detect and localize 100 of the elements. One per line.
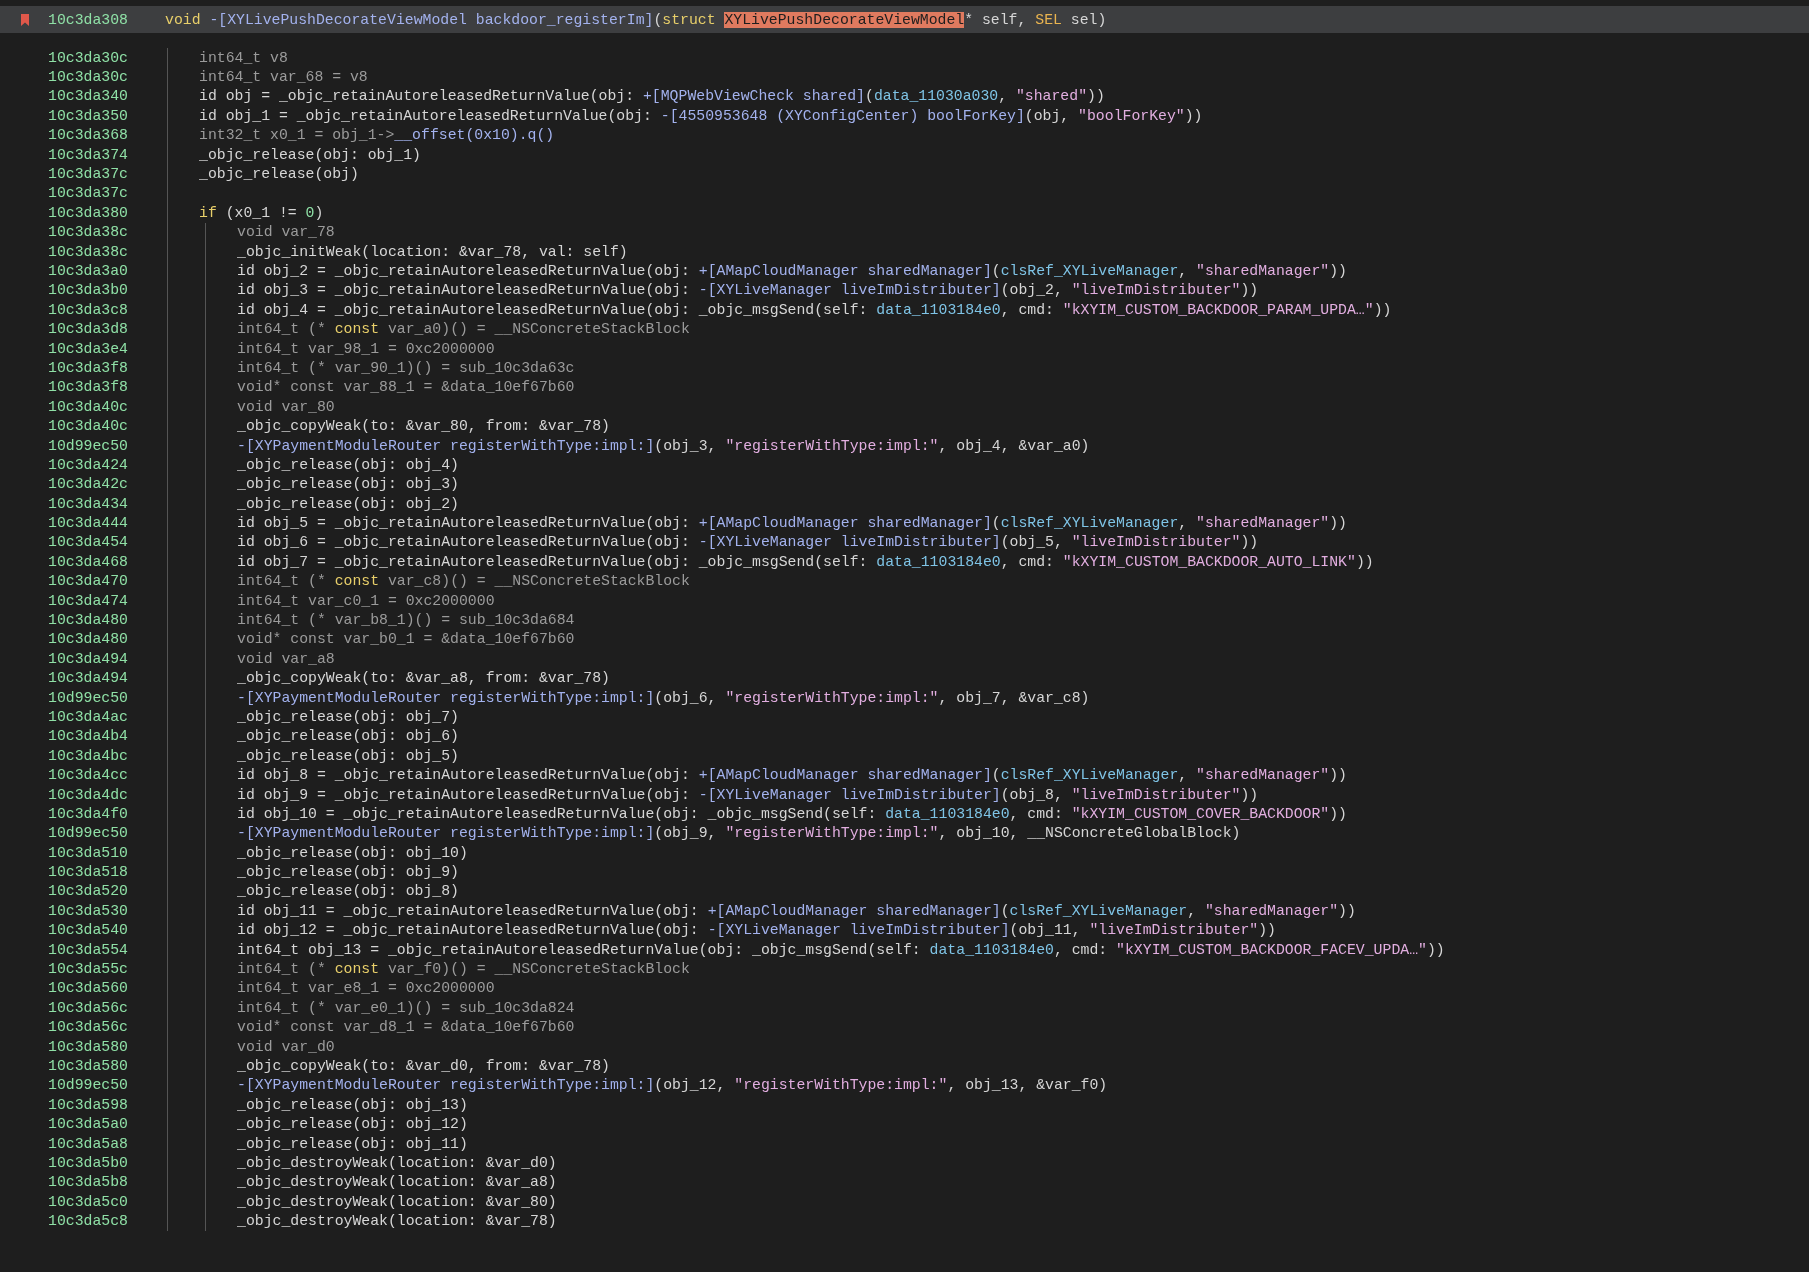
line-address: 10c3da3e4 <box>48 340 129 357</box>
code-line: _objc_release(obj: obj_12) <box>237 1116 468 1133</box>
code-line: _objc_release(obj: obj_3) <box>237 476 459 493</box>
code-line: int64_t (* var_b8_1)() = sub_10c3da684 <box>237 612 575 628</box>
code-line: _objc_release(obj) <box>199 166 359 183</box>
code-line: void var_a8 <box>237 650 335 667</box>
line-address: 10c3da4b4 <box>48 728 129 745</box>
code-line: _objc_initWeak(location: &var_78, val: self) <box>237 243 628 260</box>
line-address: 10c3da3c8 <box>48 301 129 318</box>
code-line: _objc_release(obj: obj_11) <box>237 1135 468 1152</box>
code-line: void var_80 <box>237 398 335 415</box>
line-address: 10c3da4dc <box>48 786 129 803</box>
code-line: id obj_6 = _objc_retainAutoreleasedReturnValue(obj: -[XYLiveManager liveImDistributer](obj_5, "liveImDistributer")) <box>237 534 1259 551</box>
code-line: -[XYPaymentModuleRouter registerWithType:impl:](obj_12, "registerWithType:impl:", obj_13, &var_f0) <box>237 1077 1108 1094</box>
code-line: void var_78 <box>237 224 335 241</box>
line-address: 10c3da580 <box>48 1058 129 1074</box>
code-line: _objc_release(obj: obj_6) <box>237 728 459 745</box>
code-line: int64_t var_68 = v8 <box>199 69 368 86</box>
line-address: 10c3da530 <box>48 902 129 919</box>
code-line: _objc_release(obj: obj_7) <box>237 708 459 725</box>
line-address: 10d99ec50 <box>48 437 129 454</box>
line-address: 10c3da5c8 <box>48 1213 129 1230</box>
line-address: 10c3da380 <box>48 204 129 221</box>
code-line: int64_t var_98_1 = 0xc2000000 <box>237 340 495 357</box>
code-line: void* const var_b0_1 = &data_10ef67b60 <box>237 631 575 648</box>
line-address: 10c3da350 <box>48 107 129 124</box>
code-line: int32_t x0_1 = obj_1->__offset(0x10).q() <box>199 127 555 144</box>
line-address: 10c3da4ac <box>48 708 129 725</box>
bookmark-icon[interactable] <box>20 13 30 26</box>
line-address: 10c3da3d8 <box>48 321 129 338</box>
code-line: id obj_3 = _objc_retainAutoreleasedReturnValue(obj: -[XYLiveManager liveImDistributer](obj_2, "liveImDistributer")) <box>237 282 1259 299</box>
line-address: 10c3da494 <box>48 670 129 687</box>
line-address: 10c3da308 <box>48 11 129 28</box>
line-address: 10c3da494 <box>48 650 129 667</box>
line-address: 10c3da3f8 <box>48 359 129 376</box>
code-line: _objc_copyWeak(to: &var_a8, from: &var_78) <box>237 670 610 687</box>
code-line: id obj_5 = _objc_retainAutoreleasedReturnValue(obj: +[AMapCloudManager sharedManager](clsRef_XYLiveManager, "sharedManager")) <box>237 515 1347 532</box>
line-address: 10c3da37c <box>48 166 129 183</box>
line-address: 10c3da520 <box>48 883 129 900</box>
line-address: 10c3da454 <box>48 534 129 551</box>
line-address: 10c3da444 <box>48 515 129 532</box>
code-line: -[XYPaymentModuleRouter registerWithType:impl:](obj_3, "registerWithType:impl:", obj_4, &var_a0) <box>237 437 1090 454</box>
line-address: 10c3da480 <box>48 631 129 648</box>
line-address: 10c3da5a0 <box>48 1116 129 1133</box>
code-line: _objc_release(obj: obj_1) <box>199 146 421 163</box>
code-line: if (x0_1 != 0) <box>199 204 324 221</box>
line-address: 10c3da580 <box>48 1038 129 1055</box>
line-address: 10c3da56c <box>48 1019 129 1036</box>
code-line: _objc_copyWeak(to: &var_d0, from: &var_78) <box>237 1058 610 1074</box>
line-address: 10c3da40c <box>48 398 129 415</box>
line-address: 10c3da518 <box>48 864 129 881</box>
code-line: -[XYPaymentModuleRouter registerWithType:impl:](obj_6, "registerWithType:impl:", obj_7, &var_c8) <box>237 689 1090 706</box>
line-address: 10d99ec50 <box>48 689 129 706</box>
code-line: -[XYPaymentModuleRouter registerWithType:impl:](obj_9, "registerWithType:impl:", obj_10, __NSConcreteGlobalBlock) <box>237 825 1241 842</box>
code-line: id obj_2 = _objc_retainAutoreleasedReturnValue(obj: +[AMapCloudManager sharedManager](clsRef_XYLiveManager, "sharedManager")) <box>237 263 1347 279</box>
code-line: int64_t (* var_e0_1)() = sub_10c3da824 <box>237 999 575 1016</box>
code-line: _objc_destroyWeak(location: &var_a8) <box>237 1174 557 1191</box>
code-line: id obj_8 = _objc_retainAutoreleasedReturnValue(obj: +[AMapCloudManager sharedManager](clsRef_XYLiveManager, "sharedManager")) <box>237 767 1347 784</box>
line-address: 10c3da474 <box>48 592 129 609</box>
code-line: _objc_destroyWeak(location: &var_78) <box>237 1213 557 1230</box>
code-line: int64_t (* var_90_1)() = sub_10c3da63c <box>237 359 575 376</box>
line-address: 10c3da340 <box>48 88 129 105</box>
line-address: 10c3da598 <box>48 1096 129 1113</box>
line-address: 10c3da510 <box>48 844 129 861</box>
code-line: id obj_7 = _objc_retainAutoreleasedReturnValue(obj: _objc_msgSend(self: data_1103184e0, cmd: "kXYIM_CUSTOM_BACKDOOR_AUTO_LINK")) <box>237 553 1374 570</box>
code-line: _objc_release(obj: obj_8) <box>237 883 459 900</box>
line-address: 10c3da434 <box>48 495 129 512</box>
line-address: 10d99ec50 <box>48 1077 129 1094</box>
line-address: 10c3da560 <box>48 980 129 997</box>
line-address: 10c3da540 <box>48 922 129 939</box>
code-line: _objc_release(obj: obj_13) <box>237 1096 468 1113</box>
code-line: _objc_copyWeak(to: &var_80, from: &var_78) <box>237 418 610 435</box>
code-line: void* const var_88_1 = &data_10ef67b60 <box>237 379 575 396</box>
line-address: 10c3da38c <box>48 243 129 260</box>
code-line: _objc_destroyWeak(location: &var_80) <box>237 1193 557 1210</box>
code-line: _objc_release(obj: obj_2) <box>237 495 459 512</box>
line-address: 10c3da5b8 <box>48 1174 129 1191</box>
line-address: 10d99ec50 <box>48 825 129 842</box>
line-address: 10c3da424 <box>48 456 129 473</box>
code-line: int64_t var_e8_1 = 0xc2000000 <box>237 980 495 997</box>
line-address: 10c3da5a8 <box>48 1135 129 1152</box>
code-line: int64_t (* const var_a0)() = __NSConcreteStackBlock <box>237 321 690 338</box>
line-address: 10c3da30c <box>48 49 129 66</box>
code-line: int64_t obj_13 = _objc_retainAutoreleasedReturnValue(obj: _objc_msgSend(self: data_1103184e0, cmd: "kXYIM_CUSTOM_BACKDOOR_FACEV_UPDA…")) <box>237 941 1445 958</box>
code-line: _objc_release(obj: obj_4) <box>237 456 459 473</box>
code-line: _objc_release(obj: obj_5) <box>237 747 459 764</box>
code-line: id obj_1 = _objc_retainAutoreleasedReturnValue(obj: -[4550953648 (XYConfigCenter) boolForKey](obj, "boolForKey")) <box>199 107 1203 124</box>
line-address: 10c3da4bc <box>48 747 129 764</box>
line-address: 10c3da30c <box>48 69 129 86</box>
code-line: _objc_release(obj: obj_10) <box>237 844 468 861</box>
code-line: id obj = _objc_retainAutoreleasedReturnValue(obj: +[MQPWebViewCheck shared](data_11030a030, "shared")) <box>199 88 1105 105</box>
line-address: 10c3da480 <box>48 612 129 628</box>
code-line: id obj_10 = _objc_retainAutoreleasedReturnValue(obj: _objc_msgSend(self: data_1103184e0, cmd: "kXYIM_CUSTOM_COVER_BACKDOOR")) <box>237 805 1347 822</box>
function-signature: void -[XYLivePushDecorateViewModel backdoor_registerIm](struct XYLivePushDecorateViewModel* self, SEL sel) <box>165 11 1107 28</box>
code-line: int64_t (* const var_f0)() = __NSConcreteStackBlock <box>237 961 690 978</box>
line-address: 10c3da368 <box>48 127 129 144</box>
code-line: _objc_release(obj: obj_9) <box>237 864 459 881</box>
line-address: 10c3da5b0 <box>48 1154 129 1171</box>
code-line: void* const var_d8_1 = &data_10ef67b60 <box>237 1019 575 1036</box>
code-line: int64_t var_c0_1 = 0xc2000000 <box>237 592 495 609</box>
